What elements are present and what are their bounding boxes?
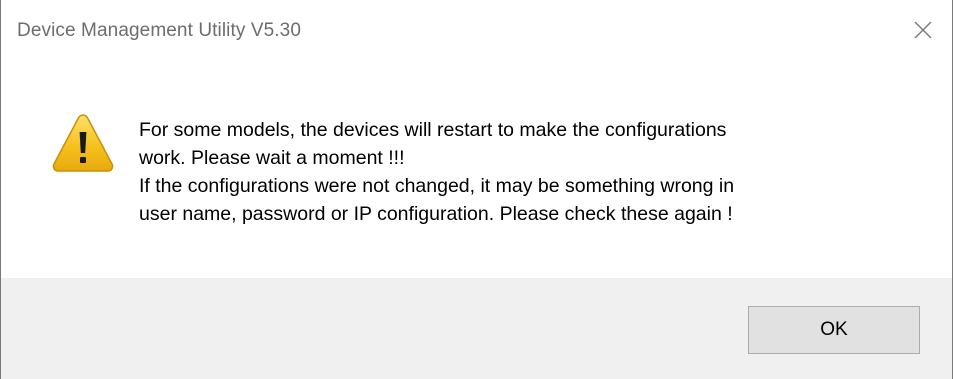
dialog-message: For some models, the devices will restar… xyxy=(139,116,919,228)
close-icon xyxy=(914,21,932,39)
ok-button[interactable]: OK xyxy=(748,306,920,354)
dialog-body: For some models, the devices will restar… xyxy=(1,64,952,278)
message-line: work. Please wait a moment !!! xyxy=(139,147,405,169)
title-bar: Device Management Utility V5.30 xyxy=(1,0,952,64)
message-line: user name, password or IP configuration.… xyxy=(139,203,733,225)
warning-icon xyxy=(52,114,114,172)
close-button[interactable] xyxy=(894,0,952,60)
button-bar: OK xyxy=(1,278,952,379)
window-title: Device Management Utility V5.30 xyxy=(17,20,302,41)
message-dialog: Device Management Utility V5.30 For some… xyxy=(0,0,953,379)
message-line: For some models, the devices will restar… xyxy=(139,119,727,141)
message-line: If the configurations were not changed, … xyxy=(139,175,735,197)
